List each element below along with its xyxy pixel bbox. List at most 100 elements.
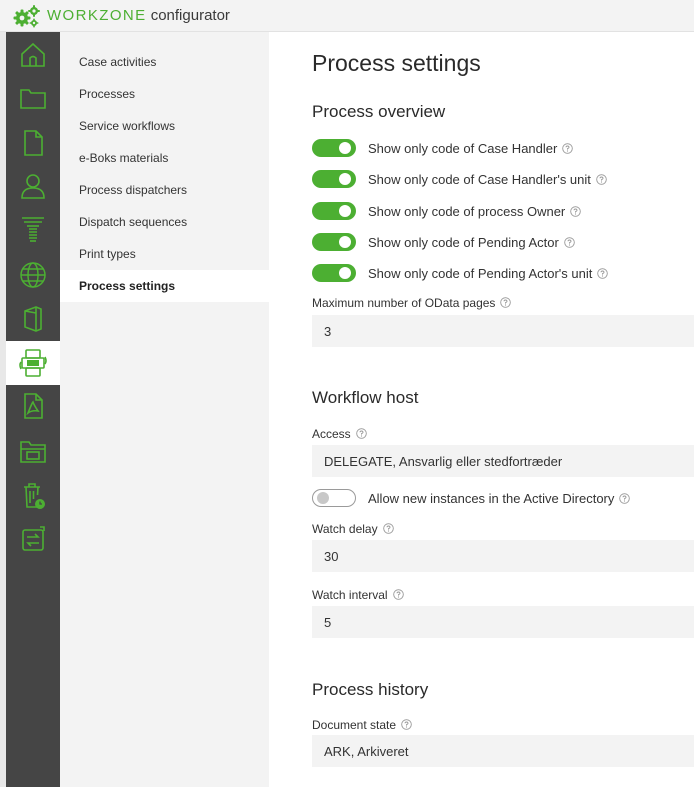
nav-user[interactable] xyxy=(6,165,60,207)
transfer-icon xyxy=(22,526,45,551)
menu-item-case-activities[interactable]: Case activities xyxy=(60,46,269,78)
toggle-label-text: Show only code of Pending Actor's unit xyxy=(368,265,593,281)
watch-delay-label: Watch delay xyxy=(312,522,394,536)
nav-trash-clock[interactable] xyxy=(6,475,60,517)
page-title: Process settings xyxy=(312,50,481,76)
help-icon[interactable] xyxy=(401,719,412,730)
nav-home[interactable] xyxy=(6,34,60,76)
app-title: WORKZONE configurator xyxy=(47,7,230,24)
section-title-process-overview: Process overview xyxy=(312,102,446,121)
nav-globe[interactable] xyxy=(6,254,60,296)
title-bar: WORKZONE configurator xyxy=(0,0,694,32)
user-icon xyxy=(21,174,45,199)
nav-document[interactable] xyxy=(6,122,60,164)
archive-folder-icon xyxy=(20,441,46,463)
help-icon[interactable] xyxy=(570,205,582,217)
toggle-switch[interactable] xyxy=(312,264,356,282)
toggle-row: Show only code of Case Handler xyxy=(312,137,574,159)
allow-new-instances-toggle[interactable] xyxy=(312,489,356,507)
toggle-knob xyxy=(339,142,351,154)
document-state-label-text: Document state xyxy=(312,718,397,732)
toggle-row: Show only code of process Owner xyxy=(312,200,582,222)
document-icon xyxy=(24,130,43,156)
toggle-switch[interactable] xyxy=(312,202,356,220)
menu-item-process-dispatchers[interactable]: Process dispatchers xyxy=(60,174,269,206)
nav-office[interactable] xyxy=(6,298,60,340)
toggle-label-text: Show only code of process Owner xyxy=(368,203,566,219)
toggle-switch[interactable] xyxy=(312,170,356,188)
nav-filter[interactable] xyxy=(6,208,60,250)
nav-process[interactable] xyxy=(6,341,60,385)
toggle-label: Allow new instances in the Active Direct… xyxy=(368,490,631,506)
gears-logo-icon xyxy=(13,4,40,27)
max-odata-pages-field[interactable]: 3 xyxy=(312,315,694,347)
office-icon xyxy=(24,306,42,332)
toggle-knob xyxy=(339,267,351,279)
access-label: Access xyxy=(312,427,367,441)
nav-archive-folder[interactable] xyxy=(6,430,60,472)
section-title-process-history: Process history xyxy=(312,680,429,699)
nav-folder[interactable] xyxy=(6,77,60,119)
document-state-field[interactable]: ARK, Arkiveret xyxy=(312,735,694,767)
toggle-row: Allow new instances in the Active Direct… xyxy=(312,487,631,509)
nav-transfer[interactable] xyxy=(6,518,60,560)
toggle-switch[interactable] xyxy=(312,139,356,157)
max-odata-pages-label-text: Maximum number of OData pages xyxy=(312,296,496,310)
toggle-label: Show only code of Pending Actor xyxy=(368,235,575,250)
access-field[interactable]: DELEGATE, Ansvarlig eller stedfortræder xyxy=(312,445,694,477)
section-title-workflow-host: Workflow host xyxy=(312,388,419,407)
help-icon[interactable] xyxy=(392,589,404,600)
help-icon[interactable] xyxy=(619,492,631,504)
help-icon[interactable] xyxy=(562,142,574,154)
pdf-icon xyxy=(24,393,43,419)
app-name: configurator xyxy=(150,7,230,24)
toggle-label-text: Show only code of Pending Actor xyxy=(368,234,559,250)
toggle-label: Show only code of Pending Actor's unit xyxy=(368,265,609,281)
watch-delay-label-text: Watch delay xyxy=(312,522,378,536)
help-icon[interactable] xyxy=(500,297,512,308)
toggle-row: Show only code of Pending Actor xyxy=(312,231,575,253)
toggle-label: Show only code of Case Handler xyxy=(368,140,574,156)
toggle-label-text: Show only code of Case Handler xyxy=(368,140,558,156)
toggle-label: Show only code of Case Handler's unit xyxy=(368,172,607,187)
icon-sidebar xyxy=(6,32,60,787)
folder-icon xyxy=(20,89,46,109)
toggle-row: Show only code of Case Handler's unit xyxy=(312,168,607,190)
toggle-label-text: Show only code of Case Handler's unit xyxy=(368,171,591,187)
toggle-label-text: Allow new instances in the Active Direct… xyxy=(368,490,615,506)
menu-item-dispatch-sequences[interactable]: Dispatch sequences xyxy=(60,206,269,238)
access-label-text: Access xyxy=(312,427,351,441)
trash-clock-icon xyxy=(24,483,45,509)
menu-item-print-types[interactable]: Print types xyxy=(60,238,269,270)
toggle-knob xyxy=(339,205,351,217)
toggle-switch[interactable] xyxy=(312,233,356,251)
watch-interval-field[interactable]: 5 xyxy=(312,606,694,638)
nav-pdf[interactable] xyxy=(6,385,60,427)
menu-item-service-workflows[interactable]: Service workflows xyxy=(60,110,269,142)
max-odata-pages-label: Maximum number of OData pages xyxy=(312,296,512,310)
watch-delay-field[interactable]: 30 xyxy=(312,540,694,572)
menu-item-process-settings[interactable]: Process settings xyxy=(60,270,269,302)
toggle-knob xyxy=(339,236,351,248)
help-icon[interactable] xyxy=(564,236,575,248)
filter-icon xyxy=(22,217,44,242)
watch-interval-label: Watch interval xyxy=(312,588,404,602)
toggle-row: Show only code of Pending Actor's unit xyxy=(312,262,609,284)
menu-item-eboks-materials[interactable]: e-Boks materials xyxy=(60,142,269,174)
help-icon[interactable] xyxy=(596,173,607,185)
process-icon xyxy=(19,349,47,377)
document-state-label: Document state xyxy=(312,718,412,732)
menu-item-processes[interactable]: Processes xyxy=(60,78,269,110)
help-icon[interactable] xyxy=(597,267,609,279)
watch-interval-label-text: Watch interval xyxy=(312,588,388,602)
help-icon[interactable] xyxy=(382,523,394,534)
globe-icon xyxy=(20,262,46,288)
toggle-knob xyxy=(317,492,329,504)
main-content: Process settings Process overview Show o… xyxy=(269,32,694,787)
home-icon xyxy=(21,42,45,67)
settings-menu: Case activities Processes Service workfl… xyxy=(60,32,269,787)
toggle-knob xyxy=(339,173,351,185)
help-icon[interactable] xyxy=(355,428,367,439)
toggle-label: Show only code of process Owner xyxy=(368,203,582,219)
app-brand: WORKZONE xyxy=(47,7,147,24)
